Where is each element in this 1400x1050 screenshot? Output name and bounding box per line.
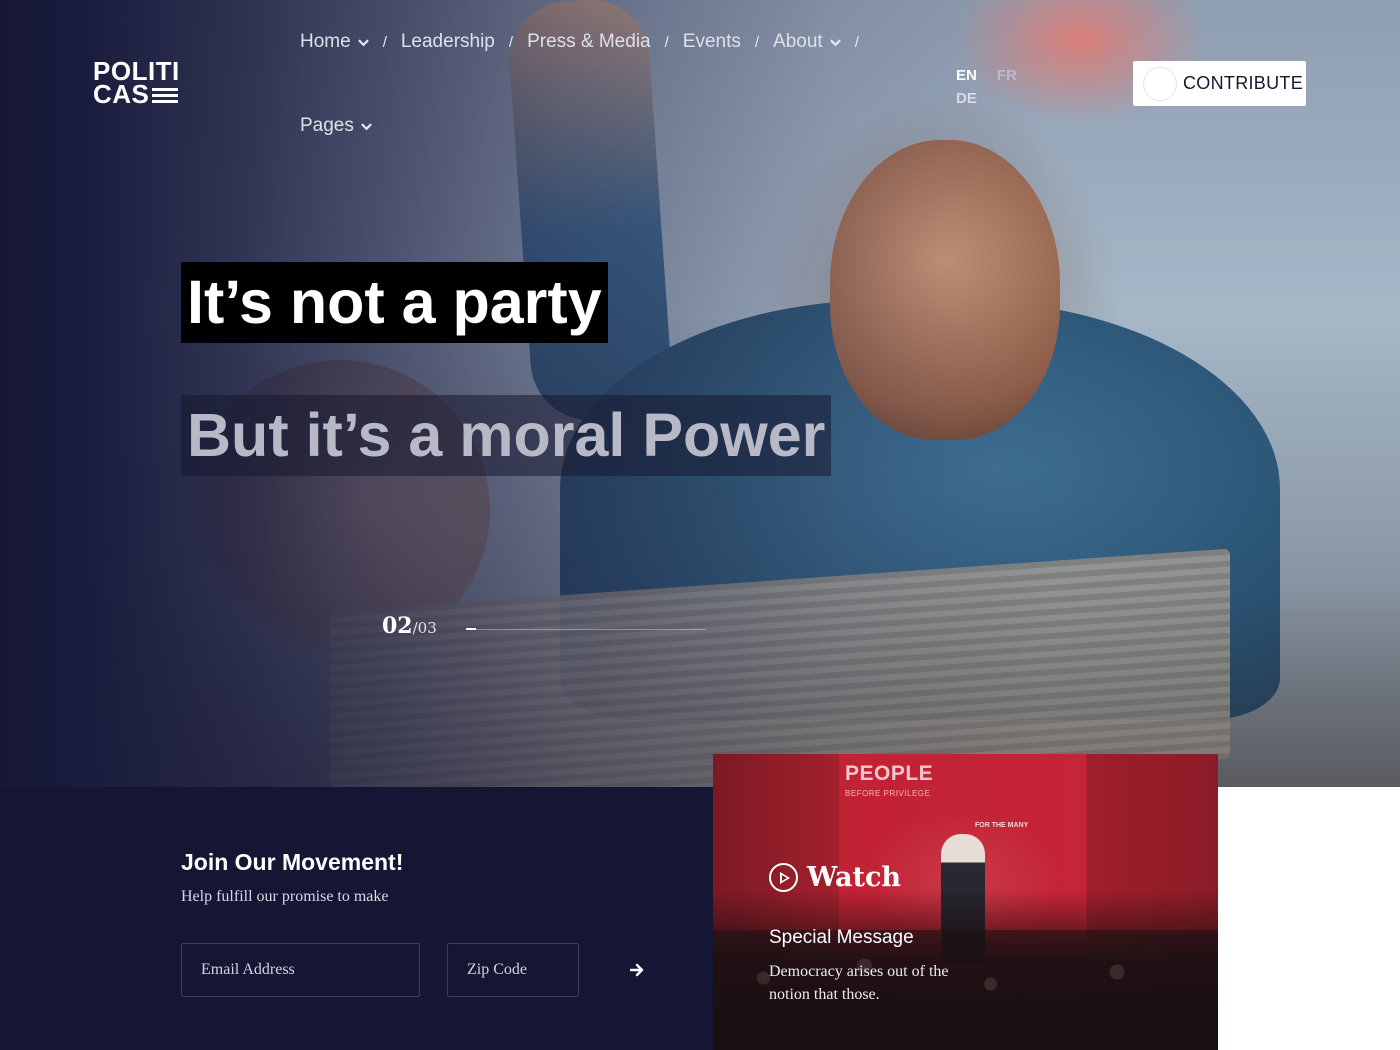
nav-separator: / bbox=[664, 33, 669, 51]
chevron-down-icon bbox=[829, 38, 841, 46]
lang-de[interactable]: DE bbox=[956, 87, 1017, 110]
email-field[interactable] bbox=[181, 943, 420, 997]
white-panel bbox=[1218, 787, 1400, 1050]
circle-icon bbox=[1143, 66, 1177, 101]
slide-counter: 02/03 bbox=[382, 613, 437, 639]
hero-headline: It’s not a party bbox=[181, 262, 608, 343]
poster-side-text: FOR THE MANY bbox=[975, 822, 1029, 829]
slide-progress-fill bbox=[466, 628, 476, 630]
signup-subtitle: Help fulfill our promise to make bbox=[181, 888, 389, 905]
watch-label: Watch bbox=[807, 862, 902, 893]
lang-en[interactable]: EN bbox=[956, 67, 977, 84]
nav-item-about[interactable]: About bbox=[773, 31, 841, 53]
nav-separator: / bbox=[754, 33, 760, 51]
signup-title: Join Our Movement! bbox=[181, 849, 404, 875]
hero-subheadline: But it’s a moral Power bbox=[181, 395, 832, 476]
slide-progress-track[interactable] bbox=[466, 628, 706, 630]
nav-item-press-media[interactable]: Press & Media bbox=[527, 31, 651, 53]
nav-item-leadership[interactable]: Leadership bbox=[401, 31, 495, 53]
nav-item-home[interactable]: Home bbox=[300, 31, 369, 53]
nav-item-pages[interactable]: Pages bbox=[300, 115, 372, 137]
video-title: Special Message bbox=[769, 927, 914, 948]
lang-fr[interactable]: FR bbox=[997, 67, 1017, 84]
zip-code-field[interactable] bbox=[447, 943, 579, 997]
video-description: Democracy arises out of the notion that … bbox=[769, 963, 949, 1003]
contribute-button[interactable]: CONTRIBUTE bbox=[1133, 61, 1306, 106]
arrow-right-icon bbox=[629, 963, 643, 977]
submit-button[interactable] bbox=[620, 955, 654, 985]
chevron-down-icon bbox=[357, 38, 369, 46]
main-nav: Home / Leadership / Press & Media / Even… bbox=[300, 28, 920, 140]
slide-current: 02 bbox=[382, 613, 413, 639]
watch-button[interactable]: Watch bbox=[769, 862, 901, 893]
language-switcher: EN FR DE bbox=[956, 64, 1017, 110]
contribute-label: CONTRIBUTE bbox=[1183, 73, 1303, 93]
poster-title: PEOPLE bbox=[845, 762, 934, 785]
nav-separator: / bbox=[854, 33, 859, 51]
play-icon bbox=[769, 863, 798, 892]
nav-separator: / bbox=[508, 33, 514, 51]
slide-total: /03 bbox=[412, 619, 437, 637]
video-card[interactable]: PEOPLE BEFORE PRIVILEGE FOR THE MANY Wat… bbox=[713, 754, 1218, 1050]
nav-item-events[interactable]: Events bbox=[683, 31, 741, 53]
flag-icon bbox=[152, 88, 179, 105]
logo-line2: CAS bbox=[93, 79, 150, 109]
chevron-down-icon bbox=[361, 122, 372, 130]
poster-subtitle: BEFORE PRIVILEGE bbox=[845, 789, 931, 798]
site-logo[interactable]: POLITI CAS bbox=[93, 58, 188, 109]
nav-separator: / bbox=[382, 33, 387, 51]
